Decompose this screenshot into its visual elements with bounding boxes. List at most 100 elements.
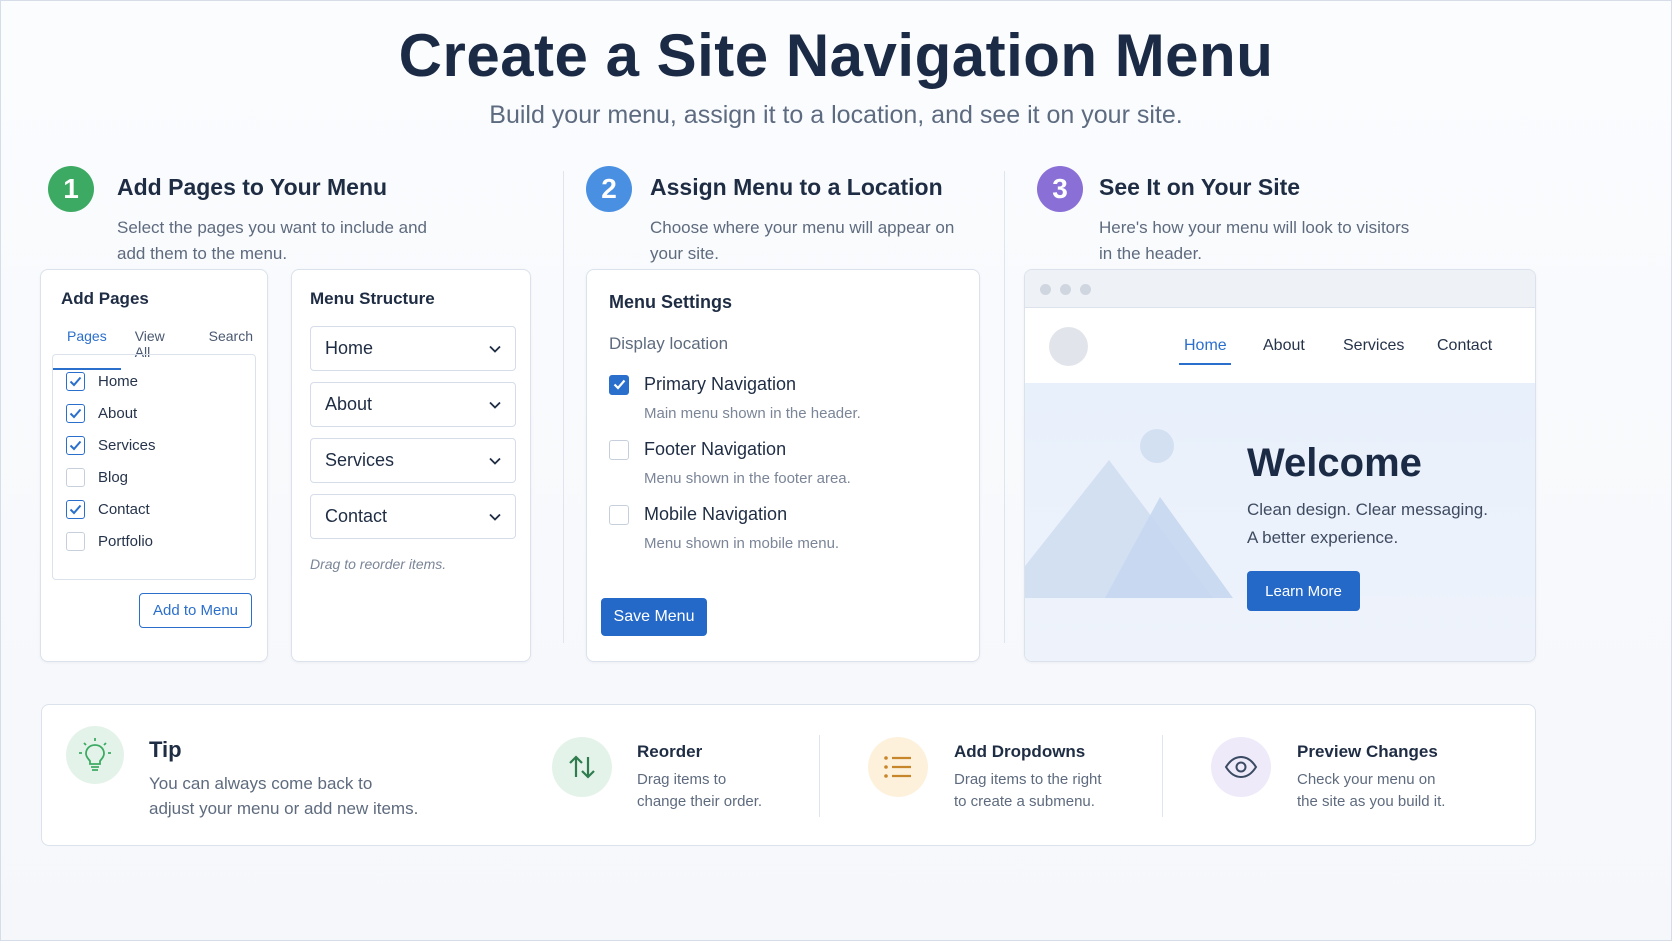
learn-more-button[interactable]: Learn More — [1247, 571, 1360, 611]
save-menu-button[interactable]: Save Menu — [601, 598, 707, 636]
page-subtitle: Build your menu, assign it to a location… — [489, 101, 1183, 129]
checkbox[interactable] — [66, 532, 85, 551]
feature-description-line: to create a submenu. — [954, 793, 1095, 810]
step-title: See It on Your Site — [1099, 174, 1301, 200]
feature-title: Preview Changes — [1297, 742, 1438, 761]
chevron-down-icon[interactable] — [489, 345, 501, 353]
option-description: Menu shown in mobile menu. — [644, 535, 840, 552]
display-location-label: Display location — [609, 334, 729, 353]
active-nav-underline — [1179, 363, 1231, 365]
checkbox[interactable] — [609, 504, 629, 525]
checkbox-label: Blog — [98, 469, 129, 486]
step-description-line: Choose where your menu will appear on — [650, 218, 955, 237]
checkbox-label: Contact — [98, 501, 150, 518]
hero-section: Welcome Clean design. Clear messaging. A… — [1025, 383, 1535, 661]
checkmark-icon — [69, 376, 82, 387]
step-title: Add Pages to Your Menu — [117, 174, 388, 200]
window-dot — [1060, 284, 1071, 295]
tip-divider — [1162, 735, 1163, 817]
step-number-badge: 3 — [1037, 166, 1083, 212]
checkbox[interactable] — [609, 439, 629, 460]
checkmark-icon — [69, 408, 82, 419]
tip-description-line: adjust your menu or add new items. — [149, 799, 419, 818]
window-dot — [1040, 284, 1051, 295]
pages-list: Home About Services Blog Contact Portfol… — [52, 354, 256, 580]
nav-link-about[interactable]: About — [1263, 337, 1305, 355]
step-description-line: in the header. — [1099, 244, 1203, 263]
page-checkbox-portfolio[interactable]: Portfolio — [66, 532, 153, 551]
page-checkbox-about[interactable]: About — [66, 404, 137, 423]
option-primary-navigation[interactable]: Primary Navigation Main menu shown in th… — [609, 374, 861, 422]
column-divider — [1004, 171, 1005, 643]
page-frame: Create a Site Navigation Menu Build your… — [0, 0, 1672, 941]
hero-text: Clean design. Clear messaging. A better … — [1247, 496, 1507, 552]
checkbox[interactable] — [66, 468, 85, 487]
arrows-up-down-icon — [552, 737, 612, 797]
page-checkbox-home[interactable]: Home — [66, 372, 138, 391]
page-checkbox-blog[interactable]: Blog — [66, 468, 128, 487]
step-description: Choose where your menu will appear on yo… — [650, 215, 980, 267]
tip-title: Tip — [149, 737, 182, 762]
menu-item-contact[interactable]: Contact — [310, 494, 516, 539]
option-footer-navigation[interactable]: Footer Navigation Menu shown in the foot… — [609, 439, 851, 487]
tips-bar: Tip You can always come back to adjust y… — [41, 704, 1536, 846]
menu-item-about[interactable]: About — [310, 382, 516, 427]
menu-item-services[interactable]: Services — [310, 438, 516, 483]
feature-description-line: change their order. — [637, 793, 763, 810]
column-divider — [563, 171, 564, 643]
checkbox[interactable] — [66, 500, 85, 519]
site-header-nav: Home About Services Contact — [1025, 308, 1535, 383]
site-logo — [1049, 327, 1088, 366]
step-description-line: Here's how your menu will look to visito… — [1099, 218, 1410, 237]
step-description-line: add them to the menu. — [117, 244, 288, 263]
chevron-down-icon[interactable] — [489, 457, 501, 465]
menu-settings-panel: Menu Settings Display location Primary N… — [586, 269, 980, 662]
panel-title: Add Pages — [61, 289, 149, 308]
step-description-line: Select the pages you want to include and — [117, 218, 427, 237]
page-title: Create a Site Navigation Menu — [398, 22, 1274, 89]
checkbox[interactable] — [609, 374, 629, 395]
feature-description-line: the site as you build it. — [1297, 793, 1446, 810]
step-title: Assign Menu to a Location — [650, 174, 943, 200]
step-number-badge: 2 — [586, 166, 632, 212]
menu-item-label: About — [325, 394, 373, 414]
menu-item-home[interactable]: Home — [310, 326, 516, 371]
checkbox[interactable] — [66, 404, 85, 423]
chevron-down-icon[interactable] — [489, 513, 501, 521]
feature-description: Drag items to change their order. — [637, 769, 762, 813]
checkmark-icon — [69, 504, 82, 515]
nav-link-home[interactable]: Home — [1184, 337, 1227, 355]
nav-link-services[interactable]: Services — [1343, 337, 1404, 355]
add-to-menu-button[interactable]: Add to Menu — [139, 593, 252, 628]
option-label: Footer Navigation — [644, 439, 787, 459]
checkbox[interactable] — [66, 436, 85, 455]
chevron-down-icon[interactable] — [489, 401, 501, 409]
hero-title: Welcome — [1247, 441, 1422, 485]
window-dot — [1080, 284, 1091, 295]
feature-description-line: Drag items to — [637, 771, 727, 788]
page-checkbox-services[interactable]: Services — [66, 436, 156, 455]
checkbox-label: Home — [98, 373, 139, 390]
menu-structure-panel: Menu Structure Home About Services Conta… — [291, 269, 531, 662]
checkbox[interactable] — [66, 372, 85, 391]
option-label: Mobile Navigation — [644, 504, 788, 524]
page-checkbox-contact[interactable]: Contact — [66, 500, 150, 519]
panel-title: Menu Settings — [609, 292, 733, 312]
checkbox-label: Portfolio — [98, 533, 154, 550]
option-description: Menu shown in the footer area. — [644, 470, 851, 487]
add-pages-panel: Add Pages Pages View All Search Home Abo… — [40, 269, 268, 662]
tip-description-line: You can always come back to — [149, 774, 373, 793]
checkmark-icon — [69, 440, 82, 451]
list-icon — [868, 737, 928, 797]
nav-link-contact[interactable]: Contact — [1437, 337, 1492, 355]
tip-description: You can always come back to adjust your … — [149, 771, 418, 821]
panel-title: Menu Structure — [310, 289, 435, 308]
feature-title: Reorder — [637, 742, 703, 761]
image-placeholder-icon — [1025, 429, 1233, 598]
checkbox-label: Services — [98, 437, 156, 454]
tip-divider — [819, 735, 820, 817]
site-preview-window: Home About Services Contact Welcome Clea… — [1024, 269, 1536, 662]
option-mobile-navigation[interactable]: Mobile Navigation Menu shown in mobile m… — [609, 504, 839, 552]
option-description: Main menu shown in the header. — [644, 405, 861, 422]
feature-description-line: Check your menu on — [1297, 771, 1436, 788]
